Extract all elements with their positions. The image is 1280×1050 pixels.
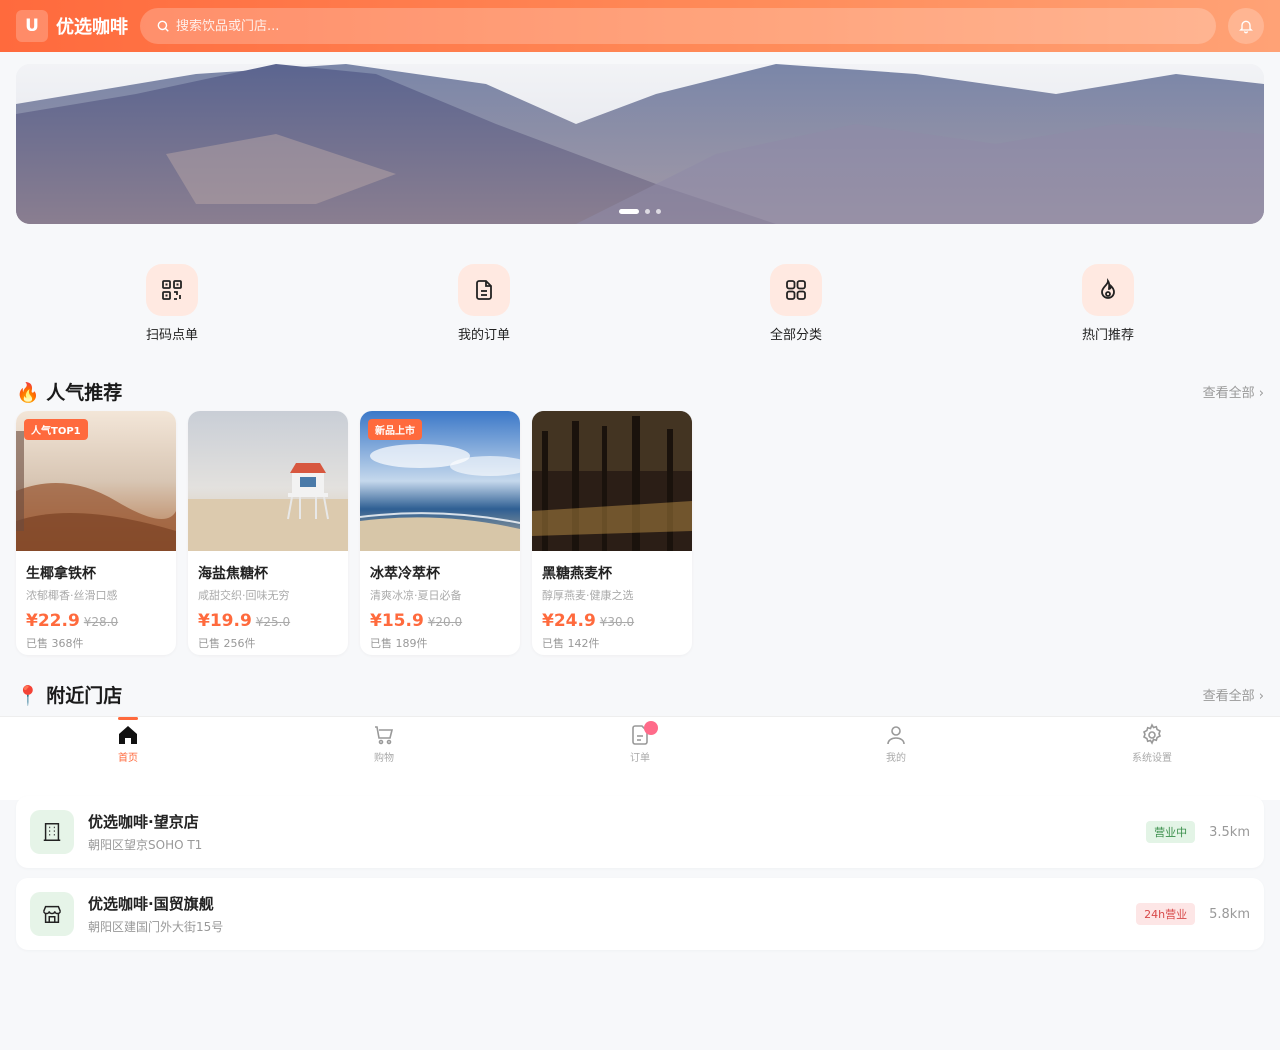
quick-action-hot[interactable]: 热门推荐 — [952, 264, 1264, 343]
app-name: 优选咖啡 — [56, 17, 128, 38]
tab-home[interactable]: 首页 — [0, 717, 256, 800]
banner-dot[interactable] — [645, 209, 650, 214]
tab-label: 我的 — [886, 753, 906, 764]
store-address: 朝阳区建国门外大街15号 — [88, 920, 224, 934]
product-description: 清爽冰凉·夏日必备 — [370, 589, 462, 602]
product-name: 冰萃冷萃杯 — [370, 566, 440, 582]
store-card[interactable]: 优选咖啡·国贸旗舰 朝阳区建国门外大街15号 24h营业 5.8km — [16, 878, 1264, 950]
quick-actions: 扫码点单 我的订单 全部分类 热门推荐 — [16, 264, 1264, 343]
product-original-price: ¥28.0 — [83, 615, 119, 629]
tab-label: 购物 — [374, 753, 394, 764]
orders-notification-badge — [644, 721, 658, 735]
tab-shopping[interactable]: 购物 — [256, 717, 512, 800]
building-icon — [43, 823, 61, 841]
store-status-badge: 24h营业 — [1136, 903, 1196, 925]
promo-banner[interactable] — [16, 64, 1264, 224]
product-tag: 人气TOP1 — [24, 419, 88, 440]
flame-icon — [1101, 278, 1115, 299]
product-sold-count: 已售 142件 — [542, 637, 600, 650]
document-icon — [476, 280, 492, 300]
section-title-products: 🔥 人气推荐 — [16, 382, 123, 404]
banner-pagination — [619, 209, 661, 214]
product-description: 咸甜交织·回味无穷 — [198, 589, 290, 602]
product-price: ¥15.9 — [370, 611, 424, 631]
section-title-stores: 📍 附近门店 — [16, 685, 123, 707]
store-address: 朝阳区望京SOHO T1 — [88, 838, 203, 852]
quick-action-orders[interactable]: 我的订单 — [328, 264, 640, 343]
quick-action-categories[interactable]: 全部分类 — [640, 264, 952, 343]
product-card[interactable]: 新品上市 冰萃冷萃杯 清爽冰凉·夏日必备 ¥15.9 ¥20.0 已售 189件 — [360, 411, 520, 655]
product-price: ¥24.9 — [542, 611, 596, 631]
banner-image — [16, 64, 1264, 224]
store-name: 优选咖啡·国贸旗舰 — [88, 895, 214, 913]
gear-icon — [1142, 723, 1162, 745]
notification-button[interactable] — [1228, 8, 1264, 44]
product-tag: 新品上市 — [368, 419, 422, 440]
quick-action-label: 我的订单 — [457, 328, 510, 343]
app-logo[interactable]: U — [16, 10, 48, 42]
store-distance: 5.8km — [1209, 906, 1250, 922]
store-card[interactable]: 优选咖啡·望京店 朝阳区望京SOHO T1 营业中 3.5km — [16, 796, 1264, 868]
tab-orders[interactable]: 订单 — [512, 717, 768, 800]
product-image: 人气TOP1 — [16, 411, 176, 551]
search-bar[interactable] — [140, 8, 1216, 44]
product-name: 海盐焦糖杯 — [198, 566, 268, 582]
qrcode-icon — [162, 280, 182, 300]
quick-action-label: 扫码点单 — [145, 328, 198, 343]
product-price: ¥19.9 — [198, 611, 252, 631]
home-icon — [119, 726, 137, 744]
tab-settings[interactable]: 系统设置 — [1024, 717, 1280, 800]
bell-icon — [1239, 20, 1253, 34]
quick-action-label: 热门推荐 — [1081, 328, 1134, 343]
product-list: 人气TOP1 生椰拿铁杯 浓郁椰香·丝滑口感 ¥22.9 ¥28.0 已售 36… — [16, 411, 692, 655]
quick-action-scan[interactable]: 扫码点单 — [16, 264, 328, 343]
product-sold-count: 已售 256件 — [198, 637, 256, 650]
search-icon — [157, 20, 169, 32]
product-description: 醇厚燕麦·健康之选 — [542, 589, 634, 602]
banner-dot[interactable] — [656, 209, 661, 214]
store-name: 优选咖啡·望京店 — [88, 813, 199, 831]
cart-icon — [375, 726, 394, 745]
search-input[interactable] — [176, 18, 1200, 34]
banner-dot[interactable] — [619, 209, 639, 214]
view-all-products-link[interactable]: 查看全部 › — [1203, 382, 1264, 401]
store-distance: 3.5km — [1209, 824, 1250, 840]
view-all-stores-link[interactable]: 查看全部 › — [1203, 685, 1264, 704]
active-tab-indicator — [118, 717, 138, 720]
product-description: 浓郁椰香·丝滑口感 — [26, 589, 118, 602]
grid-icon — [786, 280, 806, 300]
product-name: 黑糖燕麦杯 — [542, 566, 612, 582]
store-status-badge: 营业中 — [1146, 821, 1196, 843]
storefront-icon — [43, 905, 61, 923]
product-original-price: ¥20.0 — [427, 615, 463, 629]
product-image: 新品上市 — [360, 411, 520, 551]
quick-action-label: 全部分类 — [769, 328, 822, 343]
tab-profile[interactable]: 我的 — [768, 717, 1024, 800]
product-card[interactable]: 人气TOP1 生椰拿铁杯 浓郁椰香·丝滑口感 ¥22.9 ¥28.0 已售 36… — [16, 411, 176, 655]
product-card[interactable]: 黑糖燕麦杯 醇厚燕麦·健康之选 ¥24.9 ¥30.0 已售 142件 — [532, 411, 692, 655]
tab-label: 系统设置 — [1132, 753, 1172, 764]
tab-label: 订单 — [630, 753, 650, 764]
product-original-price: ¥25.0 — [255, 615, 291, 629]
app-header: U 优选咖啡 — [0, 0, 1280, 52]
product-sold-count: 已售 189件 — [370, 637, 428, 650]
product-image — [532, 411, 692, 551]
tab-label: 首页 — [118, 753, 138, 764]
bottom-tab-bar: 首页 购物 订单 我的 系统设置 — [0, 716, 1280, 800]
product-price: ¥22.9 — [26, 611, 80, 631]
product-card[interactable]: 海盐焦糖杯 咸甜交织·回味无穷 ¥19.9 ¥25.0 已售 256件 — [188, 411, 348, 655]
product-original-price: ¥30.0 — [599, 615, 635, 629]
user-icon — [887, 726, 905, 745]
product-sold-count: 已售 368件 — [26, 637, 84, 650]
product-image — [188, 411, 348, 551]
product-name: 生椰拿铁杯 — [26, 566, 96, 582]
